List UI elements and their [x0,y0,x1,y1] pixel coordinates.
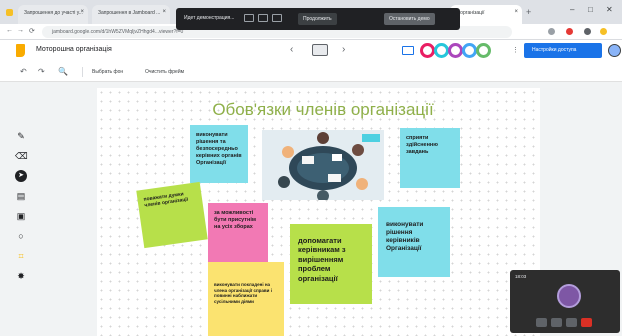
user-avatar[interactable] [608,44,621,57]
present-icon[interactable] [402,46,414,55]
next-frame-button[interactable]: › [342,44,345,55]
app-favicon-icon [6,9,13,16]
previous-frame-button[interactable]: ‹ [290,44,293,55]
sticky-note[interactable]: за можливості бути присутнім на усіх збо… [208,203,268,263]
maximize-button[interactable]: □ [588,5,593,14]
sticky-note[interactable]: поважати думки членів організації [136,181,208,249]
meeting-illustration[interactable] [262,130,384,200]
present-screen-icon[interactable] [566,318,577,327]
back-icon[interactable]: ← [6,27,13,34]
minimize-button[interactable]: – [570,5,574,14]
sticky-note-icon[interactable]: ▤ [15,190,27,202]
avatar[interactable] [434,43,449,58]
tab-label: Запрошення до участі у... [24,10,83,16]
sticky-note[interactable]: виконувати рішення керівників Організаці… [378,207,450,277]
forward-icon[interactable]: → [17,27,24,34]
laser-icon[interactable]: ✸ [15,270,27,282]
new-tab-button[interactable]: + [526,7,531,17]
participant-avatar [557,284,581,308]
eraser-icon[interactable]: ⌫ [15,150,28,162]
jamboard-header: Моторошна організація ‹ › ⋮ Настройки до… [0,40,622,62]
extension-icon[interactable] [548,28,555,35]
sticky-note[interactable]: виконувати рішення та безпосередньо кері… [190,125,248,183]
camera-icon[interactable] [536,318,547,327]
clear-frame-button[interactable]: Очистить фрейм [145,69,184,75]
end-call-icon[interactable] [581,318,592,327]
close-tab-icon[interactable]: × [162,9,166,15]
canvas-title[interactable]: Обов'язки членів організації [208,100,438,120]
tab-label: Запрошення в Jamboard ... [98,10,161,16]
document-title[interactable]: Моторошна організація [36,46,112,53]
add-image-icon[interactable]: ▣ [15,210,27,222]
avatar[interactable] [448,43,463,58]
redo-icon[interactable]: ↷ [38,67,45,76]
text-box-icon[interactable]: ⌗ [15,250,27,262]
profile-icon[interactable] [600,28,607,35]
window-icon[interactable] [258,14,268,22]
close-tab-icon[interactable]: × [514,9,518,15]
drawing-tools-panel: ✎ ⌫ ➤ ▤ ▣ ○ ⌗ ✸ [10,130,32,290]
tab-label: ...організації [456,10,485,16]
share-status-text: Идет демонстрация... [184,15,235,21]
meeting-table-image [262,130,384,200]
more-options-icon[interactable]: ⋮ [512,46,519,54]
circle-icon[interactable]: ○ [15,230,27,242]
browser-tab-1[interactable]: Запрошення до участі у... × [18,5,88,24]
video-call-tile[interactable]: 18:03 [510,270,620,333]
avatar[interactable] [476,43,491,58]
extension-icon[interactable] [584,28,591,35]
set-background-button[interactable]: Выбрать фон [92,69,123,75]
toolbar-divider [82,67,83,77]
participant-avatars [420,43,496,58]
reload-icon[interactable]: ⟳ [29,27,35,35]
share-settings-button[interactable]: Настройки доступа [524,43,602,58]
call-time: 18:03 [515,274,527,279]
sticky-note[interactable]: допомагати керівникам з вирішенням пробл… [290,224,372,304]
browser-tab-2[interactable]: Запрошення в Jamboard ... × [92,5,170,24]
microphone-icon[interactable] [551,318,562,327]
avatar[interactable] [462,43,477,58]
jamboard-toolbar: ↶ ↷ 🔍 Выбрать фон Очистить фрейм [0,62,622,82]
avatar[interactable] [420,43,435,58]
close-tab-icon[interactable]: × [80,9,84,15]
zoom-icon[interactable]: 🔍 [58,67,68,76]
sticky-note[interactable]: сприяти здійсненню завдань [400,128,460,188]
browser-tab-active[interactable]: ...організації × [450,5,522,24]
continue-share-button[interactable]: Продолжить [298,13,337,25]
select-icon[interactable]: ➤ [15,170,27,182]
close-window-button[interactable]: ✕ [606,5,613,14]
tab-share-icon[interactable] [272,14,282,22]
stop-share-button[interactable]: Остановить демо [384,13,435,25]
extension-icon[interactable] [566,28,573,35]
pen-icon[interactable]: ✎ [15,130,27,142]
frame-bar-toggle[interactable] [312,44,328,56]
jamboard-logo-icon[interactable] [16,44,25,57]
undo-icon[interactable]: ↶ [20,67,27,76]
screen-share-bar: Идет демонстрация... Продолжить Останови… [176,8,460,30]
sticky-note[interactable]: виконувати покладені на члена організаці… [208,262,284,336]
screen-icon[interactable] [244,14,254,22]
